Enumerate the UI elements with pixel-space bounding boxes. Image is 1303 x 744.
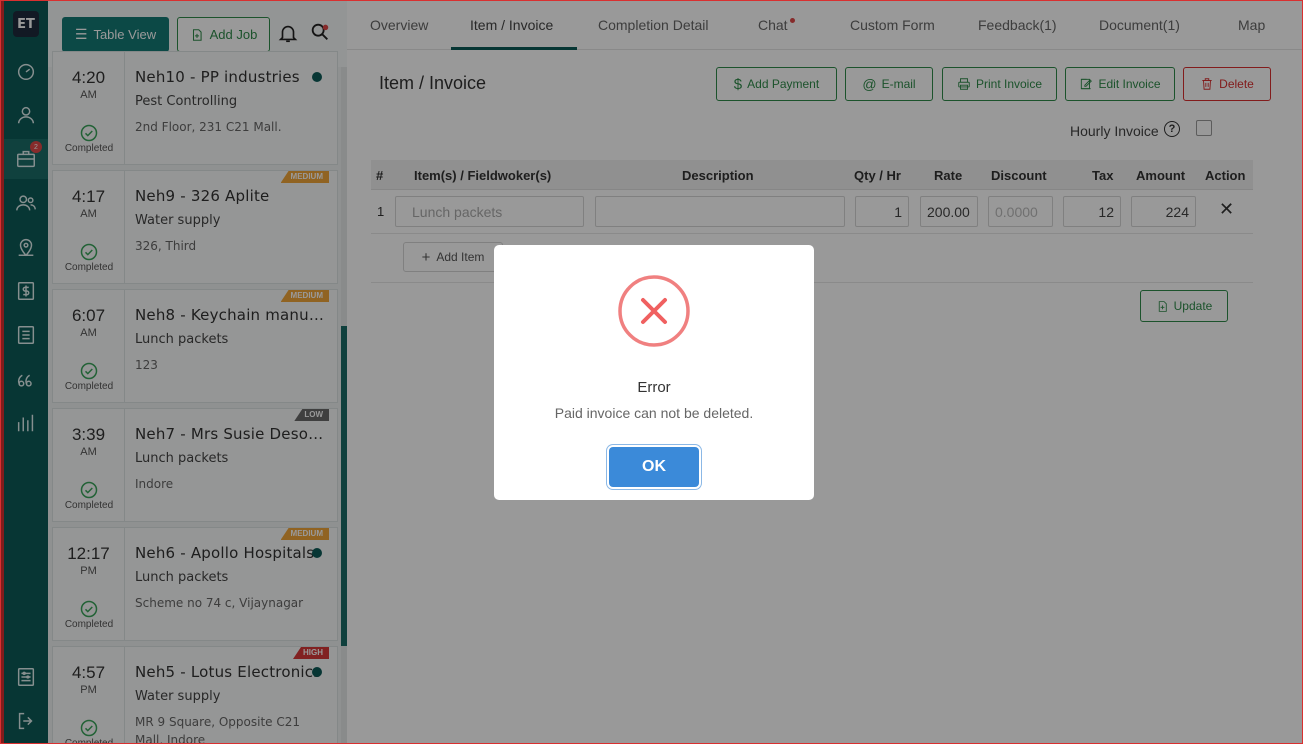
dialog-title: Error xyxy=(637,379,671,396)
ok-button[interactable]: OK xyxy=(609,447,699,487)
app-window: ET 2 ☰ Table View Add Job 4:20 AM Comple… xyxy=(0,0,1303,744)
error-x-icon xyxy=(618,275,690,347)
error-dialog: Error Paid invoice can not be deleted. O… xyxy=(494,245,814,500)
dialog-message: Paid invoice can not be deleted. xyxy=(554,405,754,421)
